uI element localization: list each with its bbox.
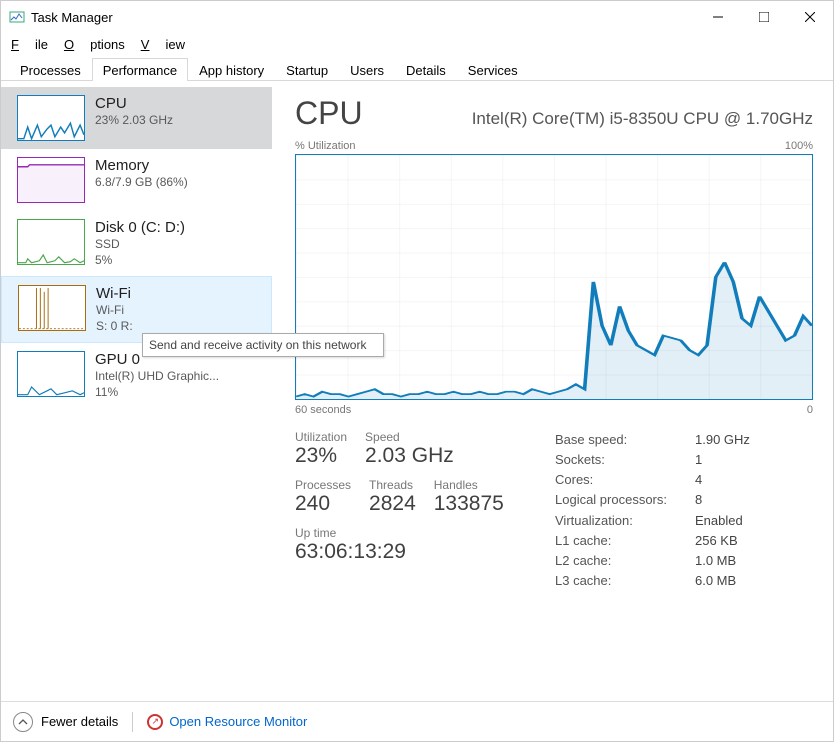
spec-table: Base speed:1.90 GHz Sockets:1 Cores:4 Lo… xyxy=(555,430,750,591)
tooltip: Send and receive activity on this networ… xyxy=(142,333,384,357)
sidebar-item-label: Wi-Fi xyxy=(96,285,133,303)
stat-label-uptime: Up time xyxy=(295,526,406,540)
sidebar-item-sub: 23% 2.03 GHz xyxy=(95,113,173,129)
footer: Fewer details ↗ Open Resource Monitor xyxy=(1,701,833,741)
main-pane: CPU Intel(R) Core(TM) i5-8350U CPU @ 1.7… xyxy=(273,81,833,701)
stat-uptime: 63:06:13:29 xyxy=(295,540,406,564)
sidebar: CPU 23% 2.03 GHz Memory 6.8/7.9 GB (86%)… xyxy=(1,81,273,701)
menu-view[interactable]: View xyxy=(141,37,185,52)
maximize-button[interactable] xyxy=(741,1,787,33)
chart-xleft: 60 seconds xyxy=(295,404,351,416)
cpu-name: Intel(R) Core(TM) i5-8350U CPU @ 1.70GHz xyxy=(472,109,813,129)
open-resource-monitor-link[interactable]: ↗ Open Resource Monitor xyxy=(147,714,307,730)
sidebar-item-label: CPU xyxy=(95,95,173,113)
tab-services[interactable]: Services xyxy=(457,58,529,81)
stat-processes: 240 xyxy=(295,492,351,516)
tab-processes[interactable]: Processes xyxy=(9,58,92,81)
stat-threads: 2824 xyxy=(369,492,416,516)
cpu-thumb xyxy=(17,95,85,141)
chart-xright: 0 xyxy=(807,404,813,416)
stat-label-utilization: Utilization xyxy=(295,430,347,444)
menu-file[interactable]: File xyxy=(11,37,48,52)
window-title: Task Manager xyxy=(31,10,695,25)
sidebar-item-sub: 6.8/7.9 GB (86%) xyxy=(95,175,188,191)
sidebar-item-sub: SSD xyxy=(95,237,185,253)
sidebar-item-wifi[interactable]: Wi-Fi Wi-Fi S: 0 R: Send and receive act… xyxy=(1,276,272,343)
disk-thumb xyxy=(17,219,85,265)
stat-label-speed: Speed xyxy=(365,430,454,444)
close-button[interactable] xyxy=(787,1,833,33)
menubar: File Options View xyxy=(1,33,833,55)
chevron-up-icon[interactable] xyxy=(13,712,33,732)
sidebar-item-memory[interactable]: Memory 6.8/7.9 GB (86%) xyxy=(1,149,272,211)
stat-utilization: 23% xyxy=(295,444,347,468)
memory-thumb xyxy=(17,157,85,203)
sidebar-item-sub2: 5% xyxy=(95,253,185,269)
sidebar-item-sub: Intel(R) UHD Graphic... xyxy=(95,369,219,385)
stat-label-processes: Processes xyxy=(295,478,351,492)
gpu-thumb xyxy=(17,351,85,397)
page-title: CPU xyxy=(295,95,363,132)
resource-monitor-icon: ↗ xyxy=(147,714,163,730)
menu-options[interactable]: Options xyxy=(64,37,125,52)
titlebar: Task Manager xyxy=(1,1,833,33)
task-manager-icon xyxy=(9,9,25,25)
stat-speed: 2.03 GHz xyxy=(365,444,454,468)
tab-startup[interactable]: Startup xyxy=(275,58,339,81)
wifi-thumb xyxy=(18,285,86,331)
cpu-chart[interactable] xyxy=(295,154,813,400)
sidebar-item-label: Disk 0 (C: D:) xyxy=(95,219,185,237)
chart-ylabel: % Utilization xyxy=(295,140,356,152)
sidebar-item-disk[interactable]: Disk 0 (C: D:) SSD 5% xyxy=(1,211,272,276)
tab-users[interactable]: Users xyxy=(339,58,395,81)
sidebar-item-cpu[interactable]: CPU 23% 2.03 GHz xyxy=(1,87,272,149)
tab-app-history[interactable]: App history xyxy=(188,58,275,81)
sidebar-item-label: Memory xyxy=(95,157,188,175)
sidebar-item-sub2: 11% xyxy=(95,385,219,401)
tab-details[interactable]: Details xyxy=(395,58,457,81)
stat-handles: 133875 xyxy=(434,492,504,516)
tab-performance[interactable]: Performance xyxy=(92,58,188,81)
separator xyxy=(132,712,133,732)
stat-label-handles: Handles xyxy=(434,478,504,492)
minimize-button[interactable] xyxy=(695,1,741,33)
fewer-details-link[interactable]: Fewer details xyxy=(41,714,118,729)
stat-label-threads: Threads xyxy=(369,478,416,492)
sidebar-item-sub2: S: 0 R: xyxy=(96,319,133,335)
sidebar-item-sub: Wi-Fi xyxy=(96,303,133,319)
chart-ymax: 100% xyxy=(785,140,813,152)
tabstrip: Processes Performance App history Startu… xyxy=(1,55,833,81)
